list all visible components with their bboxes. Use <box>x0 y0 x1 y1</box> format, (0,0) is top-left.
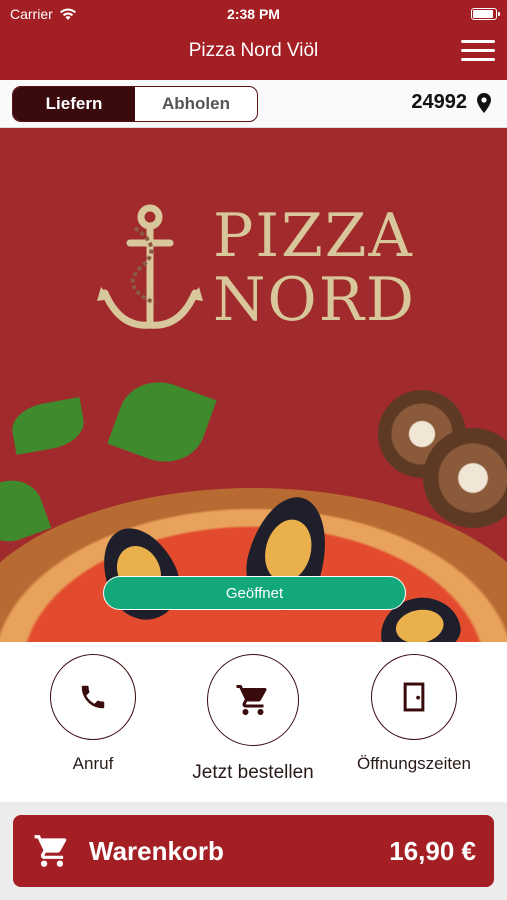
order-now-label: Jetzt bestellen <box>192 762 314 783</box>
phone-icon <box>81 685 105 709</box>
delivery-pickup-toggle[interactable]: Liefern Abholen <box>12 86 258 122</box>
status-time: 2:38 PM <box>227 6 280 22</box>
battery-icon <box>471 8 500 20</box>
app-header: Carrier 2:38 PM Pizza Nord Viöl <box>0 0 507 80</box>
call-button-circle[interactable] <box>50 654 136 740</box>
quick-actions: Anruf Jetzt bestellen Öffnungszeiten <box>0 642 507 802</box>
hamburger-menu-icon[interactable] <box>461 38 495 64</box>
door-icon <box>403 682 425 712</box>
shopping-cart-icon <box>236 685 267 715</box>
basil-leaf-image <box>8 397 88 455</box>
page-title: Pizza Nord Viöl <box>188 40 319 61</box>
logo-line-1: PIZZA <box>213 201 414 271</box>
cart-icon <box>34 835 67 867</box>
postal-code-selector[interactable]: 24992 <box>411 91 491 114</box>
opening-hours-button[interactable]: Öffnungszeiten <box>329 654 499 774</box>
open-status-badge: Geöffnet <box>103 576 406 610</box>
opening-hours-button-circle[interactable] <box>371 654 457 740</box>
anchor-icon <box>97 204 203 329</box>
logo-line-2: NORD <box>213 265 416 335</box>
cart-total: 16,90 € <box>389 835 476 866</box>
order-now-button[interactable]: Jetzt bestellen <box>168 654 338 784</box>
cart-label: Warenkorb <box>89 835 224 866</box>
location-pin-icon <box>477 92 491 113</box>
call-button[interactable]: Anruf <box>8 654 178 774</box>
opening-hours-label: Öffnungszeiten <box>356 754 472 773</box>
mushroom-image <box>423 428 507 528</box>
delivery-tab[interactable]: Liefern <box>13 87 135 121</box>
hero-banner: PIZZA NORD Geöffnet <box>0 128 507 642</box>
status-bar: Carrier 2:38 PM <box>0 0 507 28</box>
cart-button[interactable]: Warenkorb 16,90 € <box>13 815 494 887</box>
pizza-nord-logo: PIZZA NORD <box>95 201 425 343</box>
basil-leaf-image <box>107 370 217 474</box>
order-mode-bar: Liefern Abholen 24992 <box>0 80 507 128</box>
pickup-tab[interactable]: Abholen <box>135 87 257 121</box>
postal-code: 24992 <box>411 91 467 113</box>
call-label: Anruf <box>72 754 114 773</box>
order-now-button-circle[interactable] <box>207 654 299 746</box>
